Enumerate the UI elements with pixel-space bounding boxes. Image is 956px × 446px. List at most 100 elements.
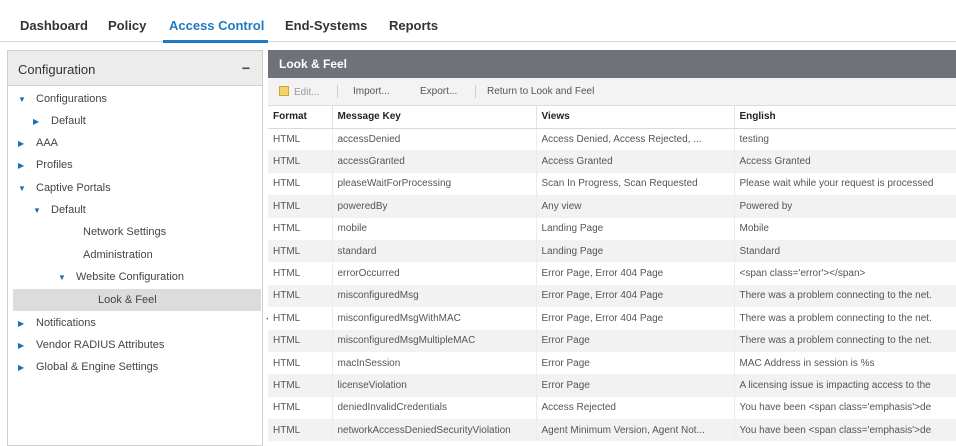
cell-format: HTML — [268, 262, 333, 285]
tree-item-label: Configurations — [36, 93, 107, 105]
cell-message-key: accessDenied — [332, 128, 537, 151]
cell-message-key: deniedInvalidCredentials — [332, 396, 537, 420]
table-row[interactable]: HTML poweredBy Any view Powered by — [268, 195, 956, 218]
chevron-right-icon[interactable]: ▶ — [18, 363, 28, 372]
collapse-icon[interactable]: − — [242, 60, 250, 76]
tree-item-aaa[interactable]: ▶ AAA — [18, 132, 258, 154]
tree-item-label: Global & Engine Settings — [36, 361, 159, 373]
table-row[interactable]: HTML standard Landing Page Standard — [268, 239, 956, 263]
tab-end-systems[interactable]: End-Systems — [285, 18, 367, 33]
cell-views: Error Page — [536, 351, 735, 375]
cell-views: Error Page — [536, 374, 735, 397]
table-row[interactable]: HTML mobile Landing Page Mobile — [268, 217, 956, 240]
cell-format: HTML — [268, 419, 333, 442]
table-row[interactable]: HTML accessGranted Access Granted Access… — [268, 150, 956, 173]
column-header-message-key[interactable]: Message Key — [332, 106, 537, 129]
edit-button[interactable]: Edit... — [279, 86, 320, 98]
chevron-down-icon[interactable]: ▼ — [18, 184, 28, 193]
tree-item-notifications[interactable]: ▶ Notifications — [18, 312, 258, 334]
cell-format: HTML — [268, 217, 333, 240]
cell-message-key: macInSession — [332, 351, 537, 375]
cell-english: Standard — [734, 239, 956, 263]
cell-message-key: misconfiguredMsg — [332, 284, 537, 308]
cell-views: Agent Minimum Version, Agent Not... — [536, 419, 735, 442]
cell-views: Error Page, Error 404 Page — [536, 284, 735, 308]
tree-item-default[interactable]: ▶ Default — [33, 110, 258, 132]
chevron-down-icon[interactable]: ▼ — [33, 206, 43, 215]
message-table: Format Message Key Views English HTML ac… — [268, 106, 956, 442]
column-header-views[interactable]: Views — [536, 106, 735, 129]
table-row[interactable]: HTML macInSession Error Page MAC Address… — [268, 351, 956, 375]
cell-message-key: poweredBy — [332, 195, 537, 218]
chevron-right-icon[interactable]: ▶ — [18, 139, 28, 148]
cell-message-key: licenseViolation — [332, 374, 537, 397]
cell-format: HTML — [268, 284, 333, 308]
tree-item-look-and-feel[interactable]: Look & Feel — [13, 289, 261, 311]
cell-format: HTML — [268, 307, 333, 330]
chevron-right-icon[interactable]: ▶ — [18, 161, 28, 170]
table-row[interactable]: HTML errorOccurred Error Page, Error 404… — [268, 262, 956, 285]
tree-item-website-configuration[interactable]: ▼ Website Configuration — [58, 266, 258, 288]
tree-item-administration[interactable]: Administration — [83, 244, 258, 266]
table-row[interactable]: HTML misconfiguredMsgMultipleMAC Error P… — [268, 329, 956, 352]
cell-english: There was a problem connecting to the ne… — [734, 284, 956, 308]
table-header-row: Format Message Key Views English — [268, 106, 956, 129]
cell-english: Powered by — [734, 195, 956, 218]
cell-message-key: mobile — [332, 217, 537, 240]
cell-format: HTML — [268, 329, 333, 352]
tab-dashboard[interactable]: Dashboard — [20, 18, 88, 33]
tree-item-default-portal[interactable]: ▼ Default — [33, 199, 258, 221]
top-navigation: Dashboard Policy Access Control End-Syst… — [0, 0, 956, 43]
tree-item-vendor-radius-attributes[interactable]: ▶ Vendor RADIUS Attributes — [18, 334, 258, 356]
cell-views: Access Denied, Access Rejected, ... — [536, 128, 735, 151]
cell-views: Any view — [536, 195, 735, 218]
tree-item-captive-portals[interactable]: ▼ Captive Portals — [18, 177, 258, 199]
tab-reports[interactable]: Reports — [389, 18, 438, 33]
tab-access-control[interactable]: Access Control — [169, 18, 264, 33]
cell-views: Error Page — [536, 329, 735, 352]
cell-english: A licensing issue is impacting access to… — [734, 374, 956, 397]
tree-item-global-engine-settings[interactable]: ▶ Global & Engine Settings — [18, 356, 258, 378]
chevron-right-icon[interactable]: ▶ — [18, 319, 28, 328]
toolbar-divider — [337, 85, 338, 98]
chevron-right-icon[interactable]: ▶ — [18, 341, 28, 350]
tab-policy[interactable]: Policy — [108, 18, 146, 33]
table-row[interactable]: HTML misconfiguredMsg Error Page, Error … — [268, 284, 956, 308]
table-row[interactable]: HTML misconfiguredMsgWithMAC Error Page,… — [268, 307, 956, 330]
tree-item-label: Profiles — [36, 159, 73, 171]
table-row[interactable]: HTML accessDenied Access Denied, Access … — [268, 128, 956, 151]
configuration-panel-header: Configuration − — [8, 51, 262, 86]
return-to-look-and-feel-button[interactable]: Return to Look and Feel — [487, 86, 594, 97]
table-row[interactable]: HTML licenseViolation Error Page A licen… — [268, 374, 956, 397]
import-button[interactable]: Import... — [353, 86, 390, 97]
table-row[interactable]: HTML deniedInvalidCredentials Access Rej… — [268, 396, 956, 420]
cell-message-key: errorOccurred — [332, 262, 537, 285]
chevron-right-icon[interactable]: ▶ — [33, 117, 43, 126]
cell-format: HTML — [268, 150, 333, 173]
active-tab-indicator — [163, 40, 268, 43]
cell-format: HTML — [268, 172, 333, 196]
tree-item-network-settings[interactable]: Network Settings — [83, 221, 258, 243]
tree-item-label: Vendor RADIUS Attributes — [36, 339, 165, 351]
cell-english: <span class='error'></span> — [734, 262, 956, 285]
tree-item-label: Notifications — [36, 317, 96, 329]
table-row[interactable]: HTML pleaseWaitForProcessing Scan In Pro… — [268, 172, 956, 196]
cell-views: Scan In Progress, Scan Requested — [536, 172, 735, 196]
cell-views: Access Rejected — [536, 396, 735, 420]
cell-format: HTML — [268, 351, 333, 375]
table-row[interactable]: HTML networkAccessDeniedSecurityViolatio… — [268, 419, 956, 442]
tree-item-configurations[interactable]: ▼ Configurations — [18, 88, 258, 110]
cell-message-key: misconfiguredMsgWithMAC — [332, 307, 537, 330]
cell-views: Error Page, Error 404 Page — [536, 307, 735, 330]
configuration-panel-title: Configuration — [18, 62, 96, 77]
cell-message-key: standard — [332, 239, 537, 263]
chevron-down-icon[interactable]: ▼ — [18, 95, 28, 104]
cell-views: Access Granted — [536, 150, 735, 173]
tree-item-label: Website Configuration — [76, 271, 185, 283]
export-button[interactable]: Export... — [420, 86, 457, 97]
column-header-format[interactable]: Format — [268, 106, 333, 129]
chevron-down-icon[interactable]: ▼ — [58, 273, 68, 282]
column-header-english[interactable]: English — [734, 106, 956, 129]
tree-item-label: Captive Portals — [36, 182, 111, 194]
tree-item-profiles[interactable]: ▶ Profiles — [18, 154, 258, 176]
